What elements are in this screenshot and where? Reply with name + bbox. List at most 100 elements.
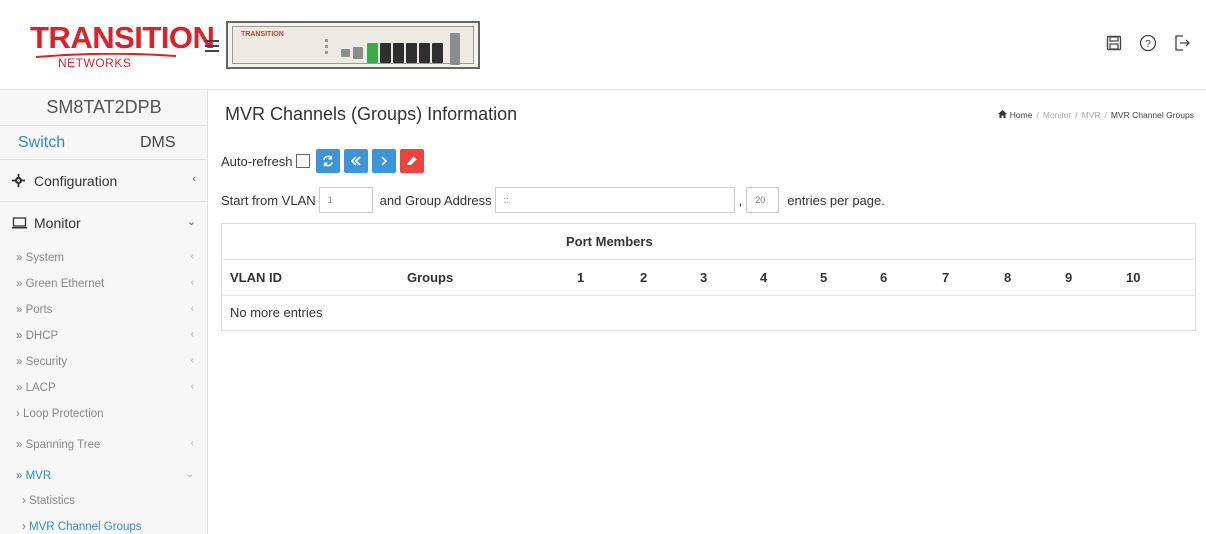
breadcrumb-monitor[interactable]: Monitor	[1043, 110, 1071, 120]
sidebar-item-configuration[interactable]: Configuration ‹	[0, 160, 208, 202]
chevron-down-icon: ⌄	[186, 216, 196, 228]
sidebar-item-label: › MVR Channel Groups	[22, 521, 142, 533]
breadcrumb-mvr[interactable]: MVR	[1082, 110, 1101, 120]
refresh-controls: Auto-refresh	[221, 148, 428, 174]
double-chevron-left-icon	[350, 156, 361, 166]
group-address-label: and Group Address	[379, 192, 492, 208]
menu-toggle-icon[interactable]	[205, 40, 219, 52]
sidebar-item-label: » MVR	[16, 470, 52, 482]
chevron-left-icon: ‹	[190, 381, 194, 392]
port-icon[interactable]	[353, 47, 363, 59]
sidebar-item-lacp[interactable]: » LACP ‹	[0, 375, 208, 401]
start-vlan-input[interactable]	[318, 187, 373, 213]
port-members-header: Port Members	[566, 234, 653, 249]
filter-controls: Start from VLAN and Group Address , entr…	[221, 186, 885, 214]
transition-networks-logo[interactable]: TRANSITION NETWORKS	[30, 20, 215, 76]
entries-per-page-input[interactable]	[746, 187, 780, 213]
page-title: MVR Channels (Groups) Information	[225, 104, 518, 124]
auto-refresh-checkbox[interactable]	[295, 154, 310, 168]
help-icon[interactable]: ?	[1138, 33, 1158, 53]
port-icon[interactable]	[432, 43, 443, 63]
tab-switch[interactable]: Switch	[18, 134, 65, 152]
table-group-header-row: Port Members	[222, 224, 1195, 260]
breadcrumb-home-label: Home	[1009, 110, 1033, 120]
port-icon[interactable]	[393, 43, 404, 63]
logo-sub-text: NETWORKS	[58, 56, 132, 70]
group-address-input[interactable]	[494, 187, 735, 213]
sidebar-item-statistics[interactable]: › Statistics	[0, 488, 208, 514]
sfp-port-icon[interactable]	[450, 33, 460, 65]
eraser-icon	[406, 156, 417, 165]
col-port-5: 5	[820, 270, 828, 285]
sidebar-item-mvr-channel-groups[interactable]: › MVR Channel Groups	[0, 514, 208, 534]
first-page-button[interactable]	[343, 149, 368, 173]
col-port-8: 8	[1004, 270, 1012, 285]
sidebar-item-label: » Security	[16, 356, 68, 368]
port-icon[interactable]	[419, 43, 430, 63]
sidebar-item-label: Configuration	[34, 172, 118, 189]
sidebar-tabs: Switch DMS	[0, 126, 208, 160]
empty-message: No more entries	[230, 305, 323, 320]
table-row: No more entries	[222, 296, 1195, 330]
col-port-4: 4	[760, 270, 768, 285]
main-content: MVR Channels (Groups) Information Home /…	[209, 90, 1206, 534]
sidebar-item-dhcp[interactable]: » DHCP ‹	[0, 323, 208, 349]
chevron-left-icon: ‹	[190, 303, 194, 314]
chevron-right-icon	[380, 156, 387, 166]
refresh-icon	[322, 155, 333, 167]
chevron-left-icon: ‹	[192, 173, 196, 185]
sidebar-item-label: » System	[16, 252, 64, 264]
sidebar-item-security[interactable]: » Security ‹	[0, 349, 208, 375]
chevron-left-icon: ‹	[190, 329, 194, 340]
col-port-1: 1	[577, 270, 585, 285]
sidebar-item-green-ethernet[interactable]: » Green Ethernet ‹	[0, 271, 208, 297]
sidebar-item-label: » Ports	[16, 304, 53, 316]
refresh-button[interactable]	[315, 149, 340, 173]
entries-per-page-label: entries per page.	[787, 192, 885, 208]
sidebar: SM8TAT2DPB Switch DMS Configuration ‹ Mo…	[0, 90, 208, 534]
col-port-6: 6	[880, 270, 888, 285]
table-header-row: VLAN ID Groups 1 2 3 4 5 6 7 8 9 10	[222, 260, 1195, 296]
port-icon[interactable]	[406, 43, 417, 63]
col-port-3: 3	[700, 270, 708, 285]
next-page-button[interactable]	[371, 149, 396, 173]
chevron-left-icon: ‹	[190, 251, 194, 262]
device-front-panel: TRANSITION	[226, 21, 480, 69]
gear-icon	[12, 174, 28, 187]
sidebar-item-loop-protection[interactable]: › Loop Protection	[0, 401, 208, 427]
sidebar-item-mvr[interactable]: » MVR ⌄	[0, 463, 208, 489]
sidebar-item-spanning-tree[interactable]: » Spanning Tree ‹	[0, 432, 208, 458]
device-model: SM8TAT2DPB	[0, 90, 208, 126]
comma-separator: ,	[738, 192, 743, 208]
col-port-2: 2	[640, 270, 648, 285]
sidebar-item-system[interactable]: » System ‹	[0, 245, 208, 271]
auto-refresh-label: Auto-refresh	[221, 153, 293, 169]
breadcrumb-separator: /	[1075, 110, 1078, 120]
sidebar-item-monitor[interactable]: Monitor ⌄	[0, 202, 208, 244]
sidebar-item-label: › Loop Protection	[16, 408, 104, 420]
port-icon[interactable]	[380, 43, 391, 63]
port-icon[interactable]	[367, 43, 378, 63]
sidebar-item-label: › Statistics	[22, 495, 76, 507]
top-header: TRANSITION NETWORKS TRANSITION ?	[0, 0, 1206, 90]
chevron-left-icon: ‹	[190, 438, 194, 449]
tab-dms[interactable]: DMS	[140, 134, 176, 152]
col-port-7: 7	[942, 270, 950, 285]
device-brand-text: TRANSITION	[241, 31, 284, 38]
sidebar-item-ports[interactable]: » Ports ‹	[0, 297, 208, 323]
port-icon[interactable]	[341, 49, 350, 57]
col-groups: Groups	[407, 270, 454, 285]
top-right-actions: ?	[1104, 33, 1192, 53]
sidebar-item-label: Monitor	[34, 215, 81, 231]
logout-icon[interactable]	[1172, 33, 1192, 53]
home-icon	[998, 110, 1008, 118]
clear-button[interactable]	[399, 149, 424, 173]
chevron-down-icon: ⌄	[185, 469, 194, 480]
chevron-left-icon: ‹	[190, 355, 194, 366]
save-icon[interactable]	[1104, 33, 1124, 53]
sidebar-item-label: » Spanning Tree	[16, 439, 101, 451]
col-vlan-id: VLAN ID	[230, 270, 282, 285]
breadcrumb-home[interactable]: Home	[998, 110, 1032, 120]
col-port-10: 10	[1126, 270, 1141, 285]
breadcrumb-separator: /	[1036, 110, 1039, 120]
